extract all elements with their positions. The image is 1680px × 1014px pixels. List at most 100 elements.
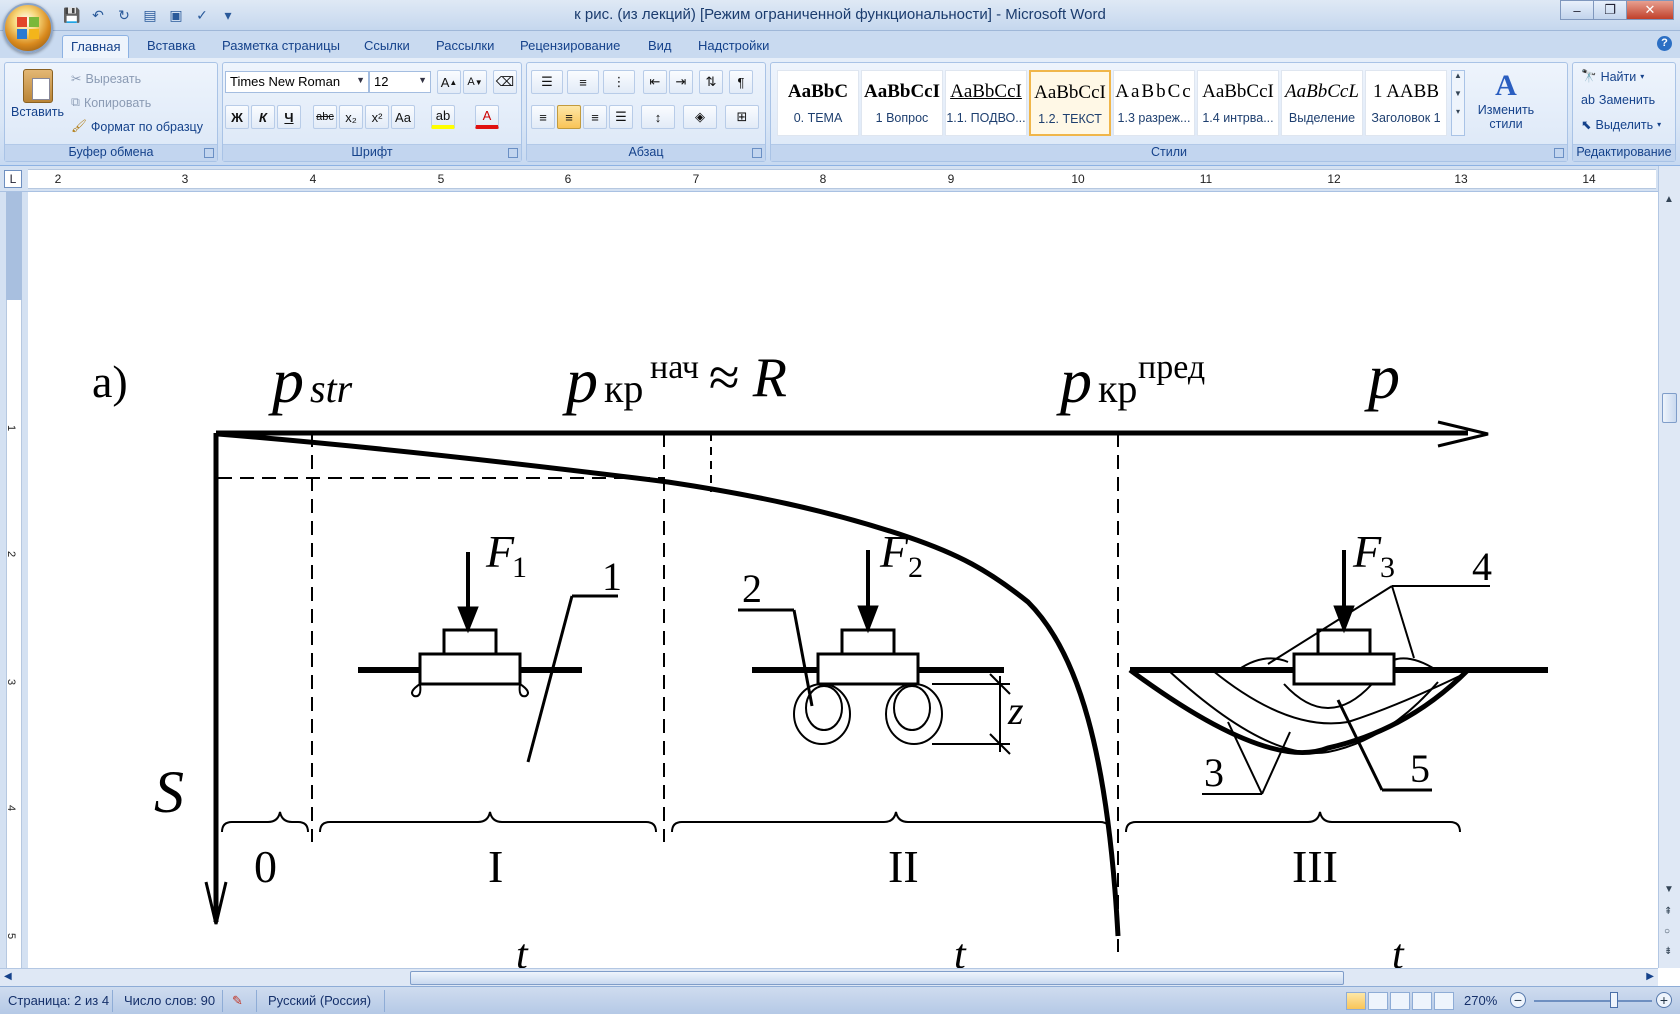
- line-spacing-button[interactable]: ↕: [641, 105, 675, 129]
- select-button[interactable]: ⬉ Выделить ▾: [1581, 117, 1661, 133]
- print-layout-view-icon[interactable]: [1346, 992, 1366, 1010]
- scroll-up-icon[interactable]: ▲: [1664, 194, 1674, 205]
- proofing-icon[interactable]: ✎: [232, 993, 243, 1009]
- bold-button[interactable]: Ж: [225, 105, 249, 129]
- superscript-button[interactable]: x²: [365, 105, 389, 129]
- scissors-icon: ✂: [71, 72, 82, 86]
- style-item[interactable]: 1 AABB Заголовок 1: [1365, 70, 1447, 136]
- style-item-selected[interactable]: AaBbCcI 1.2. ТЕКСТ: [1029, 70, 1111, 136]
- zoom-level[interactable]: 270%: [1464, 993, 1497, 1008]
- numbering-button[interactable]: ≡: [567, 70, 599, 94]
- tab-page-layout[interactable]: Разметка страницы: [214, 35, 348, 58]
- prev-page-icon[interactable]: ⇞: [1664, 906, 1672, 917]
- strikethrough-button[interactable]: abc: [313, 105, 337, 129]
- word-count[interactable]: Число слов: 90: [124, 993, 215, 1008]
- zoom-out-icon[interactable]: −: [1510, 992, 1526, 1008]
- subscript-button[interactable]: x₂: [339, 105, 363, 129]
- multilevel-list-button[interactable]: ⋮: [603, 70, 635, 94]
- minimize-button[interactable]: –: [1560, 0, 1594, 20]
- sort-button[interactable]: ⇅: [699, 70, 723, 94]
- scroll-left-icon[interactable]: ◀: [4, 971, 12, 982]
- tab-view[interactable]: Вид: [640, 35, 680, 58]
- scroll-right-icon[interactable]: ▶: [1646, 971, 1654, 982]
- clear-format-icon[interactable]: ⌫: [493, 70, 517, 94]
- style-item[interactable]: AaBbCcI 1.4 интрва...: [1197, 70, 1279, 136]
- style-item[interactable]: AaBbC 0. ТЕМА: [777, 70, 859, 136]
- language-indicator[interactable]: Русский (Россия): [268, 993, 371, 1008]
- draft-view-icon[interactable]: [1434, 992, 1454, 1010]
- style-item[interactable]: AaBbCcI 1 Вопрос: [861, 70, 943, 136]
- style-item[interactable]: AaBbCcL Выделение: [1281, 70, 1363, 136]
- vertical-scrollbar[interactable]: ▲ ▼ ⇞ ○ ⇟: [1658, 166, 1680, 968]
- style-name: 0. ТЕМА: [793, 111, 843, 125]
- highlight-button[interactable]: ab: [431, 105, 455, 129]
- justify-button[interactable]: ☰: [609, 105, 633, 129]
- next-page-icon[interactable]: ⇟: [1664, 946, 1672, 957]
- decrease-indent-button[interactable]: ⇤: [643, 70, 667, 94]
- clipboard-launcher-icon[interactable]: [204, 148, 214, 158]
- italic-button[interactable]: К: [251, 105, 275, 129]
- increase-indent-button[interactable]: ⇥: [669, 70, 693, 94]
- zoom-slider-thumb[interactable]: [1610, 992, 1618, 1008]
- full-screen-reading-icon[interactable]: [1368, 992, 1388, 1010]
- cut-label: Вырезать: [85, 71, 142, 86]
- font-launcher-icon[interactable]: [508, 148, 518, 158]
- bullets-button[interactable]: ☰: [531, 70, 563, 94]
- tab-review[interactable]: Рецензирование: [512, 35, 628, 58]
- align-right-button[interactable]: ≡: [583, 105, 607, 129]
- ruler-strip[interactable]: 2 3 4 5 6 7 8 9 10 11 12 13 14: [28, 169, 1656, 189]
- styles-launcher-icon[interactable]: [1554, 148, 1564, 158]
- tab-insert[interactable]: Вставка: [139, 35, 203, 58]
- paste-button[interactable]: Вставить: [11, 69, 64, 119]
- cut-button[interactable]: ✂ Вырезать: [71, 71, 142, 87]
- close-button[interactable]: ✕: [1626, 0, 1674, 20]
- cursor-icon: ⬉: [1581, 118, 1592, 132]
- show-marks-button[interactable]: ¶: [729, 70, 753, 94]
- ruler-number: 6: [564, 172, 572, 186]
- tab-references[interactable]: Ссылки: [356, 35, 418, 58]
- align-center-button[interactable]: ≡: [557, 105, 581, 129]
- grow-font-button[interactable]: A ▲: [437, 70, 461, 94]
- borders-button[interactable]: ⊞: [725, 105, 759, 129]
- style-name: 1.2. ТЕКСТ: [1038, 112, 1102, 126]
- style-item[interactable]: AaBbCcI 1.1. ПОДВО...: [945, 70, 1027, 136]
- tab-selector[interactable]: L: [4, 170, 22, 188]
- styles-scroll[interactable]: ▲ ▼ ▾: [1451, 70, 1465, 136]
- paste-label: Вставить: [11, 105, 64, 119]
- font-color-button[interactable]: A: [475, 105, 499, 129]
- align-left-button[interactable]: ≡: [531, 105, 555, 129]
- web-layout-icon[interactable]: [1390, 992, 1410, 1010]
- scroll-down-icon[interactable]: ▼: [1664, 884, 1674, 895]
- change-case-button[interactable]: Aa: [391, 105, 415, 129]
- horizontal-scroll-thumb[interactable]: [410, 971, 1344, 985]
- office-button[interactable]: [3, 3, 53, 53]
- horizontal-scrollbar[interactable]: ◀ ▶: [0, 968, 1658, 986]
- font-group: Times New Roman ▼ 12 ▼ A ▲ A ▼ ⌫ Ж К Ч abc x…: [222, 62, 522, 162]
- tab-mailings[interactable]: Рассылки: [428, 35, 502, 58]
- tab-addins[interactable]: Надстройки: [690, 35, 777, 58]
- zoom-in-icon[interactable]: +: [1656, 992, 1672, 1008]
- outline-view-icon[interactable]: [1412, 992, 1432, 1010]
- shading-button[interactable]: ◈: [683, 105, 717, 129]
- replace-button[interactable]: ab Заменить: [1581, 93, 1655, 107]
- zoom-slider[interactable]: [1534, 1000, 1652, 1002]
- help-icon[interactable]: ?: [1657, 36, 1672, 51]
- shrink-font-button[interactable]: A ▼: [463, 70, 487, 94]
- font-size-combo[interactable]: 12 ▼: [369, 71, 431, 93]
- copy-button[interactable]: ⧉ Копировать: [71, 95, 151, 110]
- browse-object-icon[interactable]: ○: [1664, 926, 1670, 937]
- paragraph-launcher-icon[interactable]: [752, 148, 762, 158]
- page-counter[interactable]: Страница: 2 из 4: [8, 993, 109, 1008]
- vruler-strip[interactable]: [6, 192, 22, 968]
- format-painter-button[interactable]: 🖌 Формат по образцу: [71, 119, 203, 134]
- change-styles-button[interactable]: A Изменить стили: [1471, 69, 1541, 131]
- style-item[interactable]: AaBbCc 1.3 разреж...: [1113, 70, 1195, 136]
- font-name-combo[interactable]: Times New Roman ▼: [225, 71, 369, 93]
- underline-button[interactable]: Ч: [277, 105, 301, 129]
- restore-button[interactable]: ❐: [1593, 0, 1627, 20]
- tab-home[interactable]: Главная: [62, 35, 130, 58]
- replace-icon: ab: [1581, 93, 1595, 107]
- document-page[interactable]: а) p str p кр нач ≈ R p кр пред p S F 1 …: [28, 192, 1664, 968]
- vertical-scroll-thumb[interactable]: [1662, 393, 1677, 423]
- find-button[interactable]: 🔭 Найти ▾: [1581, 69, 1644, 84]
